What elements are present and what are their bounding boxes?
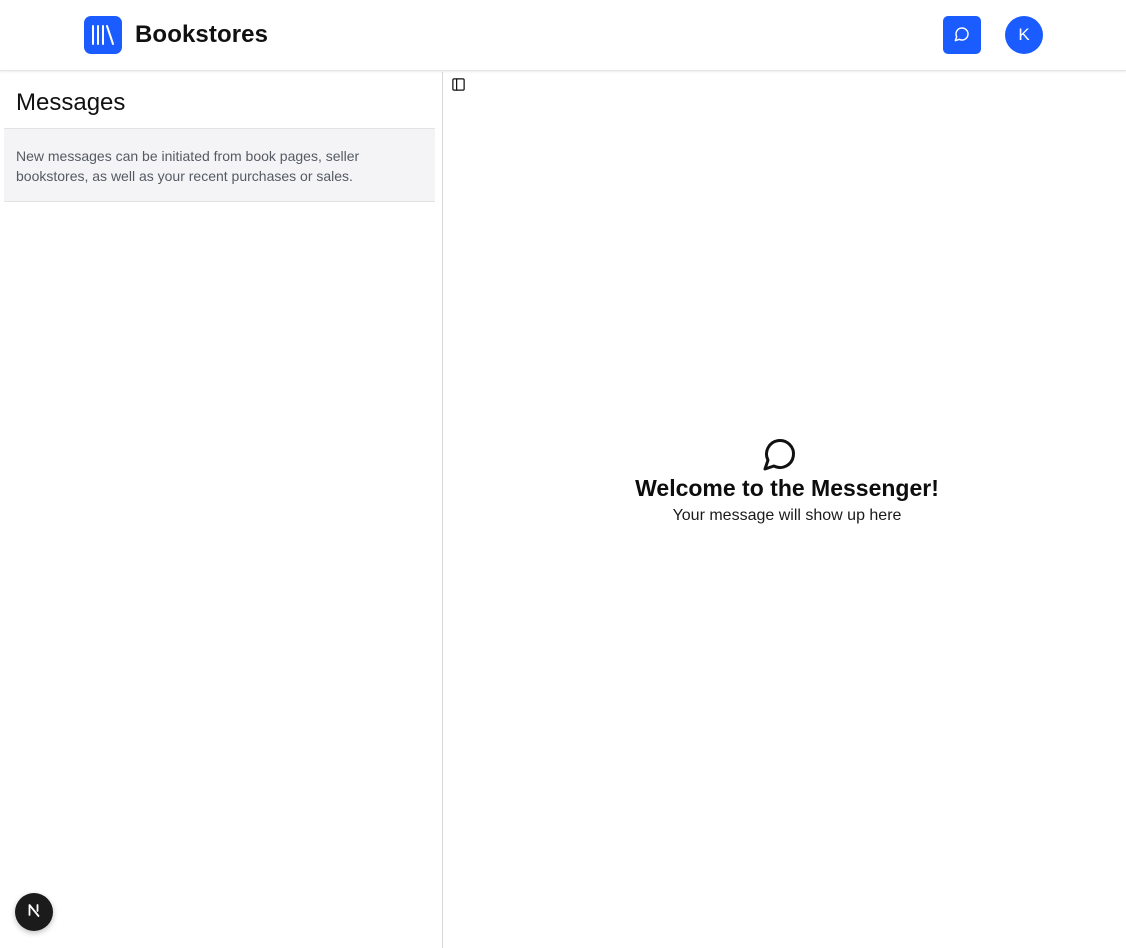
- messages-sidebar: Messages New messages can be initiated f…: [0, 72, 443, 948]
- messages-button[interactable]: [943, 16, 981, 54]
- welcome-title: Welcome to the Messenger!: [635, 475, 939, 501]
- sidebar-panel-icon: [451, 77, 466, 95]
- new-message-info: New messages can be initiated from book …: [4, 128, 435, 202]
- books-icon: [84, 16, 122, 54]
- messenger-empty-state: Welcome to the Messenger! Your message w…: [444, 436, 1126, 525]
- welcome-subtitle: Your message will show up here: [672, 507, 902, 524]
- nextjs-dev-badge[interactable]: [15, 893, 53, 931]
- brand-name: Bookstores: [135, 21, 269, 48]
- sidebar-title: Messages: [16, 89, 126, 116]
- user-avatar[interactable]: K: [1005, 16, 1043, 54]
- top-header: Bookstores K: [0, 0, 1126, 71]
- home-logo-link[interactable]: Bookstores: [84, 16, 268, 54]
- sidebar-toggle-button[interactable]: [450, 78, 466, 94]
- nextjs-icon: [26, 902, 42, 923]
- chat-bubble-icon: [762, 436, 798, 472]
- chat-bubble-icon: [954, 26, 970, 45]
